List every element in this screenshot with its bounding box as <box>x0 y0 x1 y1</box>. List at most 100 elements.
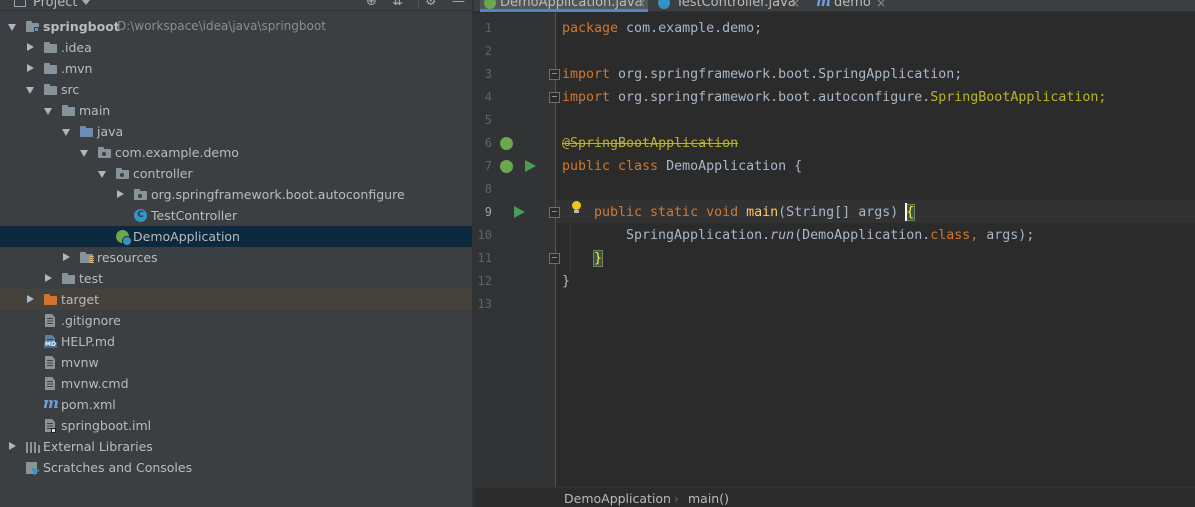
class-icon <box>658 0 670 9</box>
breadcrumb-method[interactable]: main() <box>688 488 729 507</box>
chevron-right-icon[interactable] <box>43 268 53 289</box>
spring-bean-icon[interactable] <box>500 137 513 150</box>
tree-item-label: src <box>61 82 80 97</box>
tree-item-mvnw-cmd[interactable]: mvnw.cmd <box>0 373 472 394</box>
close-icon[interactable]: × <box>790 0 800 12</box>
folder-icon <box>43 79 59 100</box>
tab-label: demo <box>834 0 871 10</box>
chevron-down-icon[interactable] <box>82 0 90 5</box>
fold-marker-icon[interactable] <box>549 92 560 103</box>
fold-marker-icon[interactable] <box>549 207 560 218</box>
tab-demoapplication[interactable]: DemoApplication.java × <box>480 0 648 12</box>
code-area[interactable]: package com.example.demo; import org.spr… <box>562 13 1195 487</box>
text-file-icon <box>43 310 59 331</box>
tree-item-resources[interactable]: resources <box>0 247 472 268</box>
fold-marker-icon[interactable] <box>549 69 560 80</box>
breadcrumb-separator: › <box>674 491 679 506</box>
chevron-down-icon[interactable] <box>79 142 89 163</box>
hide-icon[interactable]: — <box>452 0 465 8</box>
tree-item-target[interactable]: target <box>0 289 472 310</box>
tree-item-testcontroller[interactable]: C TestController <box>0 205 472 226</box>
breadcrumb-class[interactable]: DemoApplication <box>564 488 671 507</box>
tree-item-springboot-iml[interactable]: springboot.iml <box>0 415 472 436</box>
tree-item-gitignore[interactable]: .gitignore <box>0 310 472 331</box>
target-icon[interactable]: ⊕ <box>366 0 377 8</box>
tree-item-controller[interactable]: controller <box>0 163 472 184</box>
collapse-icon[interactable]: ⇊ <box>392 0 403 8</box>
chevron-down-icon[interactable] <box>25 79 35 100</box>
code-token: main <box>738 205 779 220</box>
code-token: import <box>562 67 611 82</box>
chevron-right-icon[interactable] <box>25 37 35 58</box>
code-token: public static void <box>594 205 739 220</box>
chevron-right-icon[interactable] <box>115 184 125 205</box>
gear-icon[interactable]: ⚙ <box>425 0 437 8</box>
line-number: 4 <box>484 90 492 104</box>
tree-item-label: pom.xml <box>61 397 116 412</box>
chevron-right-icon[interactable] <box>25 289 35 310</box>
tree-item-label: .idea <box>61 40 92 55</box>
project-panel-title[interactable]: Project <box>33 0 77 10</box>
tree-item-label: main <box>79 103 111 118</box>
tree-item-com-example-demo[interactable]: com.example.demo <box>0 142 472 163</box>
close-icon[interactable]: × <box>636 0 646 12</box>
tree-item-test[interactable]: test <box>0 268 472 289</box>
tree-item-demoapplication[interactable]: DemoApplication <box>0 226 472 247</box>
tree-item-idea[interactable]: .idea <box>0 37 472 58</box>
project-icon <box>14 0 26 7</box>
tree-item-label: DemoApplication <box>133 229 240 244</box>
run-icon[interactable] <box>514 206 525 218</box>
spring-boot-class-icon <box>115 226 132 247</box>
line-number: 6 <box>484 136 492 150</box>
tab-demo[interactable]: m demo × <box>814 0 894 12</box>
tree-item-pom-xml[interactable]: m pom.xml <box>0 394 472 415</box>
class-icon: C <box>133 205 149 226</box>
tree-item-src[interactable]: src <box>0 79 472 100</box>
code-token: org.springframework.boot.autoconfigure. <box>610 90 931 105</box>
code-line-11: } <box>592 247 604 270</box>
tree-item-label: External Libraries <box>43 439 153 454</box>
tree-item-autoconfigure[interactable]: org.springframework.boot.autoconfigure <box>0 184 472 205</box>
line-number: 3 <box>484 67 492 81</box>
folder-icon <box>61 100 77 121</box>
chevron-right-icon[interactable] <box>7 436 17 457</box>
run-icon[interactable] <box>525 160 536 172</box>
libraries-icon <box>25 436 41 457</box>
module-folder-icon <box>25 16 41 37</box>
code-token: package <box>562 21 619 36</box>
tree-item-label: HELP.md <box>61 334 115 349</box>
line-number: 13 <box>477 297 492 311</box>
code-line-7: public class DemoApplication { <box>562 155 802 178</box>
tree-item-mvn[interactable]: .mvn <box>0 58 472 79</box>
tree-item-main[interactable]: main <box>0 100 472 121</box>
tab-label: TestController.java <box>676 0 796 10</box>
maven-icon: m <box>816 0 831 10</box>
tree-item-label: java <box>97 124 124 139</box>
tree-item-mvnw[interactable]: mvnw <box>0 352 472 373</box>
chevron-down-icon[interactable] <box>97 163 107 184</box>
close-icon[interactable]: × <box>876 0 886 12</box>
fold-marker-icon[interactable] <box>549 253 560 264</box>
text-file-icon <box>43 352 59 373</box>
tree-item-label: TestController <box>151 208 238 223</box>
chevron-right-icon[interactable] <box>25 58 35 79</box>
code-token: SpringApplication. <box>626 228 771 243</box>
code-token: run <box>770 228 795 243</box>
chevron-right-icon[interactable] <box>61 247 71 268</box>
code-line-1: package com.example.demo; <box>562 17 762 40</box>
spring-bean-icon[interactable] <box>500 160 513 173</box>
code-token: @SpringBootApplication <box>562 136 739 151</box>
tree-item-springboot[interactable]: springboot D:\workspace\idea\java\spring… <box>0 16 472 37</box>
maven-icon: m <box>43 394 59 412</box>
tab-testcontroller[interactable]: TestController.java × <box>656 0 806 12</box>
tree-item-help-md[interactable]: MD HELP.md <box>0 331 472 352</box>
editor-gutter: 1 2 3 4 5 6 7 8 9 10 11 12 13 <box>474 13 560 487</box>
excluded-folder-icon <box>43 289 59 310</box>
line-number: 8 <box>484 182 492 196</box>
tree-item-external-libraries[interactable]: External Libraries <box>0 436 472 457</box>
tree-item-java[interactable]: java <box>0 121 472 142</box>
chevron-down-icon[interactable] <box>61 121 71 142</box>
tree-item-scratches[interactable]: Scratches and Consoles <box>0 457 472 478</box>
chevron-down-icon[interactable] <box>7 16 17 37</box>
chevron-down-icon[interactable] <box>43 100 53 121</box>
